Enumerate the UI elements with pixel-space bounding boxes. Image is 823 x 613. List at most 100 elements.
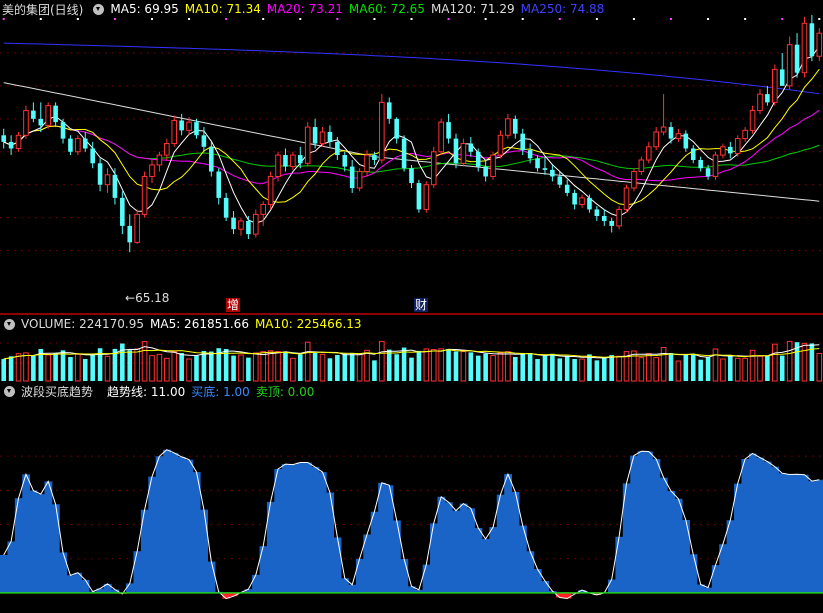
trend-area-bar xyxy=(274,468,283,593)
trend-area-bar xyxy=(81,579,90,593)
volume-bar xyxy=(156,353,163,382)
volume-bar xyxy=(379,340,385,382)
volume-bar xyxy=(1,358,7,381)
candle-body xyxy=(209,146,214,172)
volume-bar xyxy=(275,351,281,382)
volume-bar xyxy=(660,346,667,382)
volume-bar xyxy=(542,355,548,381)
volume-bar xyxy=(45,354,51,382)
signal-dot xyxy=(299,18,302,20)
trend-area-bar xyxy=(422,564,431,593)
dropdown-circle-icon[interactable] xyxy=(4,385,15,397)
candle-body xyxy=(372,155,377,160)
volume-bar xyxy=(394,354,399,381)
candle-body xyxy=(550,169,555,177)
volume-bar xyxy=(720,358,726,382)
candle-body xyxy=(794,44,800,73)
indicator-chart[interactable] xyxy=(0,382,823,613)
candle-body xyxy=(15,134,22,149)
trend-area-bar xyxy=(474,527,483,593)
trend-area-bar xyxy=(467,508,475,593)
volume-pane[interactable]: VOLUME: 224170.95 MA5: 261851.66 MA10: 2… xyxy=(0,315,823,382)
signal-dot xyxy=(558,18,561,20)
volume-bar xyxy=(90,353,95,381)
volume-bar xyxy=(120,343,125,381)
candle-body xyxy=(141,175,148,215)
trend-area-bar xyxy=(541,580,550,593)
dropdown-circle-icon[interactable] xyxy=(4,318,15,330)
candle-body xyxy=(505,118,511,136)
low-price-label: ←65.18 xyxy=(125,291,170,305)
volume-header: VOLUME: 224170.95 MA5: 261851.66 MA10: 2… xyxy=(0,315,368,333)
trend-area-bar xyxy=(607,579,616,593)
volume-bar xyxy=(319,353,326,382)
candle-body xyxy=(290,154,296,168)
volume-bar xyxy=(53,352,58,381)
signal-dot xyxy=(373,18,376,20)
trend-area-bar xyxy=(763,461,772,593)
trend-area-bar xyxy=(808,481,816,593)
volume-bar xyxy=(127,350,133,381)
volume-bar xyxy=(638,357,645,382)
volume-bar xyxy=(409,357,414,381)
indicator-pane[interactable]: 波段买底趋势 趋势线: 11.00 买底: 1.00 卖顶: 0.00 xyxy=(0,382,823,613)
volume-bar xyxy=(653,357,659,382)
candle-body xyxy=(335,141,340,156)
trend-area-bar xyxy=(51,504,60,593)
trend-area-bar xyxy=(496,494,505,593)
volume-bar xyxy=(816,353,823,382)
trend-area-bar xyxy=(637,451,646,593)
dropdown-circle-icon[interactable] xyxy=(93,3,105,15)
event-tag-zeng[interactable]: 增 xyxy=(226,298,241,312)
volume-bar xyxy=(283,351,288,381)
candle-body xyxy=(675,133,682,140)
candle-body xyxy=(283,155,288,167)
trend-area-bar xyxy=(392,520,401,593)
candle-body xyxy=(638,159,645,173)
price-chart[interactable] xyxy=(0,0,823,313)
trend-area-bar xyxy=(430,523,438,593)
left-arrow-icon: ← xyxy=(125,291,136,305)
volume-bar xyxy=(734,357,741,382)
event-tag-cai[interactable]: 财 xyxy=(414,298,429,312)
candle-body xyxy=(68,138,73,152)
volume-bar xyxy=(587,354,592,381)
candle-body xyxy=(683,133,689,149)
volume-bar xyxy=(468,352,474,381)
trend-area-bar xyxy=(22,474,31,593)
volume-bar xyxy=(349,352,355,381)
candle-body xyxy=(786,44,793,87)
signal-dot xyxy=(521,18,524,20)
candle-body xyxy=(653,131,659,148)
candle-body xyxy=(297,155,303,164)
candle-body xyxy=(660,126,667,133)
volume-bar xyxy=(267,350,274,382)
volume-bar xyxy=(252,352,259,382)
trend-area-bar xyxy=(615,536,624,593)
candle-body xyxy=(134,213,140,243)
candle-body xyxy=(460,143,467,164)
volume-bar xyxy=(757,355,763,382)
volume-bar xyxy=(416,350,422,381)
price-chart-pane[interactable]: 美的集团(日线) MA5: 69.95 MA10: 71.34 MA20: 73… xyxy=(0,0,823,313)
candle-body xyxy=(53,105,58,123)
volume-bar xyxy=(15,353,22,382)
candle-body xyxy=(75,138,81,153)
signal-dot xyxy=(113,18,116,20)
ma60-label: MA60: 72.65 xyxy=(348,2,425,16)
volume-bar xyxy=(505,351,511,382)
trend-area-bar xyxy=(689,554,698,593)
candle-body xyxy=(349,166,355,188)
candle-body xyxy=(468,143,474,152)
trend-area-bar xyxy=(400,559,409,593)
candle-body xyxy=(164,143,170,156)
volume-bar xyxy=(386,349,392,381)
candle-body xyxy=(416,183,422,210)
trend-area-bar xyxy=(7,541,16,593)
candle-body xyxy=(816,32,823,57)
volume-bar xyxy=(594,360,600,381)
ma20-label: MA20: 73.21 xyxy=(266,2,343,16)
volume-bar xyxy=(749,349,756,382)
candle-body xyxy=(356,171,363,189)
candle-body xyxy=(430,151,437,186)
